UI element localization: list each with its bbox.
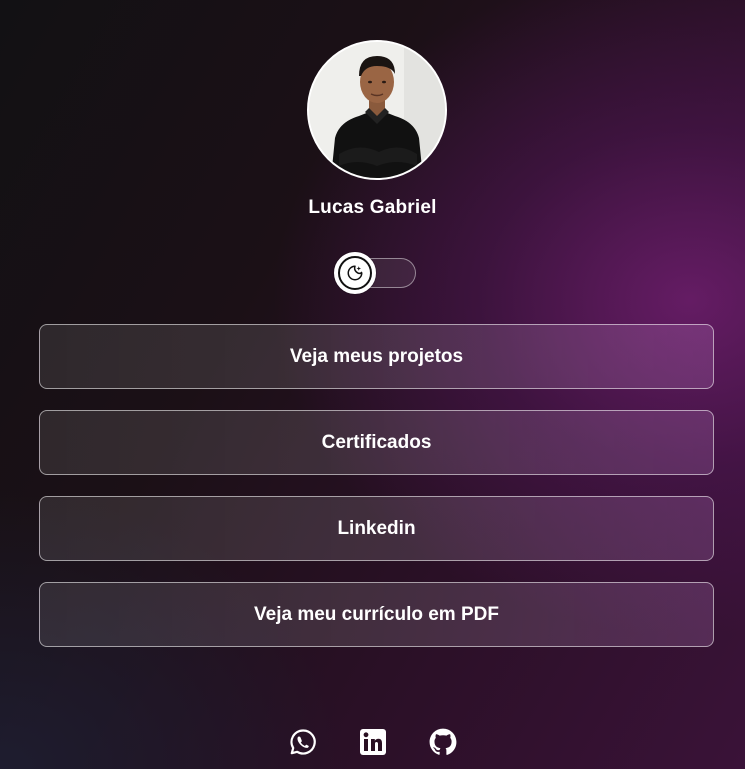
- moon-stars-icon: [347, 265, 363, 281]
- github-icon[interactable]: [429, 728, 457, 756]
- whatsapp-icon[interactable]: [289, 728, 317, 756]
- links-list: Veja meus projetos Certificados Linkedin…: [39, 324, 714, 668]
- toggle-knob-inner: [338, 256, 372, 290]
- linkedin-icon[interactable]: [359, 728, 387, 756]
- social-links: [0, 728, 745, 756]
- theme-toggle[interactable]: [334, 252, 416, 294]
- linkedin-button[interactable]: Linkedin: [39, 496, 714, 561]
- projects-button[interactable]: Veja meus projetos: [39, 324, 714, 389]
- profile-name: Lucas Gabriel: [308, 197, 437, 218]
- toggle-knob[interactable]: [334, 252, 376, 294]
- avatar: [307, 40, 447, 180]
- resume-pdf-button[interactable]: Veja meu currículo em PDF: [39, 582, 714, 647]
- certificates-button[interactable]: Certificados: [39, 410, 714, 475]
- profile-photo: [309, 42, 445, 178]
